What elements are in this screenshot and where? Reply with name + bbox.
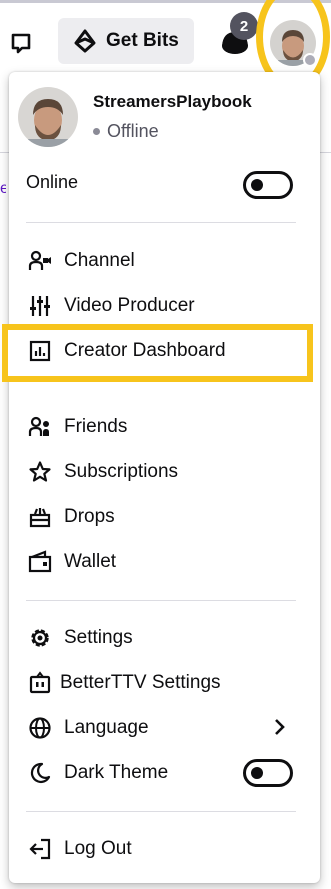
menu-label: Subscriptions bbox=[64, 461, 179, 482]
dark-theme-toggle[interactable] bbox=[243, 759, 293, 787]
menu-item-drops[interactable]: Drops bbox=[26, 502, 115, 532]
menu-item-wallet[interactable]: Wallet bbox=[26, 547, 116, 577]
globe-icon bbox=[26, 714, 54, 742]
moon-icon bbox=[26, 759, 54, 787]
menu-item-channel[interactable]: Channel bbox=[26, 246, 135, 276]
star-icon bbox=[26, 458, 54, 486]
menu-item-creator-dashboard[interactable]: Creator Dashboard bbox=[26, 336, 226, 366]
menu-item-settings[interactable]: Settings bbox=[26, 623, 133, 653]
user-avatar bbox=[18, 87, 78, 147]
menu-item-log-out[interactable]: Log Out bbox=[26, 834, 132, 864]
chevron-right-icon bbox=[271, 716, 289, 738]
page-divider bbox=[320, 152, 331, 153]
whisper-button[interactable] bbox=[8, 30, 34, 56]
betterttv-icon bbox=[26, 669, 54, 697]
friends-icon bbox=[26, 413, 54, 441]
menu-label: Settings bbox=[64, 627, 133, 648]
logout-icon bbox=[26, 835, 54, 863]
menu-label: Channel bbox=[64, 250, 135, 271]
page-behind-text: e bbox=[0, 181, 6, 197]
user-menu-dropdown: StreamersPlaybook Offline Online Channel bbox=[2, 72, 320, 883]
gear-icon bbox=[26, 624, 54, 652]
menu-divider bbox=[26, 600, 296, 601]
bits-icon bbox=[74, 29, 96, 53]
menu-divider bbox=[26, 811, 296, 812]
menu-label: Wallet bbox=[64, 551, 117, 572]
menu-item-language[interactable]: Language bbox=[26, 713, 149, 743]
menu-item-video-producer[interactable]: Video Producer bbox=[26, 291, 195, 321]
top-nav-bar: Get Bits 2 bbox=[0, 0, 331, 90]
menu-item-betterttv-settings[interactable]: BetterTTV Settings bbox=[26, 668, 221, 698]
toggle-knob bbox=[251, 179, 263, 191]
menu-item-subscriptions[interactable]: Subscriptions bbox=[26, 457, 178, 487]
user-display-name: StreamersPlaybook bbox=[93, 92, 252, 111]
menu-label: Dark Theme bbox=[64, 762, 169, 783]
top-avatar-status-dot bbox=[303, 53, 317, 67]
menu-label: Language bbox=[64, 717, 149, 738]
whisper-icon bbox=[11, 33, 31, 54]
channel-icon bbox=[26, 247, 54, 275]
menu-label: Video Producer bbox=[64, 295, 195, 316]
get-bits-label: Get Bits bbox=[106, 30, 179, 51]
menu-item-dark-theme[interactable]: Dark Theme bbox=[26, 758, 168, 788]
dashboard-icon bbox=[26, 337, 54, 365]
user-status: Offline bbox=[93, 121, 159, 142]
menu-label: Friends bbox=[64, 416, 128, 437]
menu-label: BetterTTV Settings bbox=[60, 672, 221, 693]
menu-label: Creator Dashboard bbox=[64, 340, 226, 361]
user-status-label: Offline bbox=[107, 121, 159, 141]
online-label: Online bbox=[26, 172, 79, 192]
notification-count-badge: 2 bbox=[230, 12, 258, 40]
drops-icon bbox=[26, 503, 54, 531]
wallet-icon bbox=[26, 548, 54, 576]
menu-item-friends[interactable]: Friends bbox=[26, 412, 127, 442]
page-divider bbox=[0, 152, 9, 153]
status-dot-icon bbox=[93, 128, 100, 135]
menu-divider bbox=[26, 222, 296, 223]
toggle-knob bbox=[251, 767, 263, 779]
get-bits-button[interactable]: Get Bits bbox=[58, 18, 194, 64]
video-producer-icon bbox=[26, 292, 54, 320]
menu-label: Log Out bbox=[64, 838, 132, 859]
online-toggle[interactable] bbox=[243, 171, 293, 199]
menu-label: Drops bbox=[64, 506, 115, 527]
